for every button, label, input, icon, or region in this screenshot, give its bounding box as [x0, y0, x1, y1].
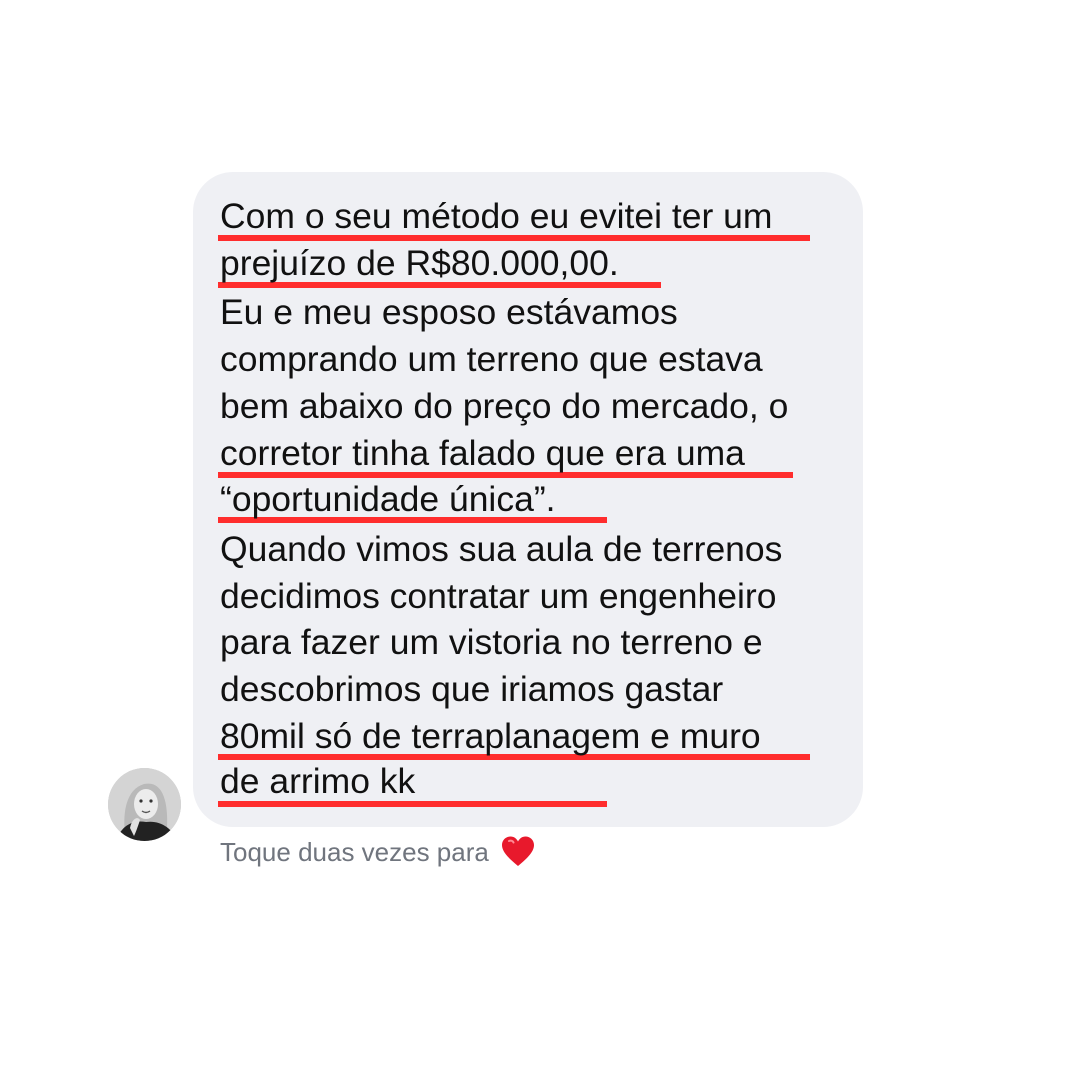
message-line: 80mil só de terraplanagem e muro: [220, 716, 761, 756]
message-line: Quando vimos sua aula de terrenos: [220, 529, 783, 569]
message-line: de arrimo kk: [220, 761, 416, 801]
message-line: comprando um terreno que estava: [220, 339, 763, 379]
message-line: descobrimos que iriamos gastar: [220, 669, 724, 709]
message-line: “oportunidade única”.: [220, 479, 556, 519]
dm-conversation: Com o seu método eu evitei ter um prejuí…: [0, 0, 1080, 1080]
message-line: bem abaixo do preço do mercado, o: [220, 386, 789, 426]
message-line: para fazer um vistoria no terreno e: [220, 622, 763, 662]
sender-avatar[interactable]: [108, 768, 181, 841]
received-message-bubble[interactable]: Com o seu método eu evitei ter um prejuí…: [193, 172, 863, 827]
double-tap-hint-text: Toque duas vezes para: [220, 837, 489, 867]
message-line: Com o seu método eu evitei ter um: [220, 196, 773, 236]
message-line: Eu e meu esposo estávamos: [220, 292, 678, 332]
message-line: prejuízo de R$80.000,00.: [220, 243, 619, 283]
message-line: corretor tinha falado que era uma: [220, 433, 745, 473]
message-line: decidimos contratar um engenheiro: [220, 576, 777, 616]
profile-photo: [108, 768, 181, 841]
heart-icon[interactable]: [501, 835, 535, 869]
double-tap-hint: Toque duas vezes para: [220, 832, 535, 872]
